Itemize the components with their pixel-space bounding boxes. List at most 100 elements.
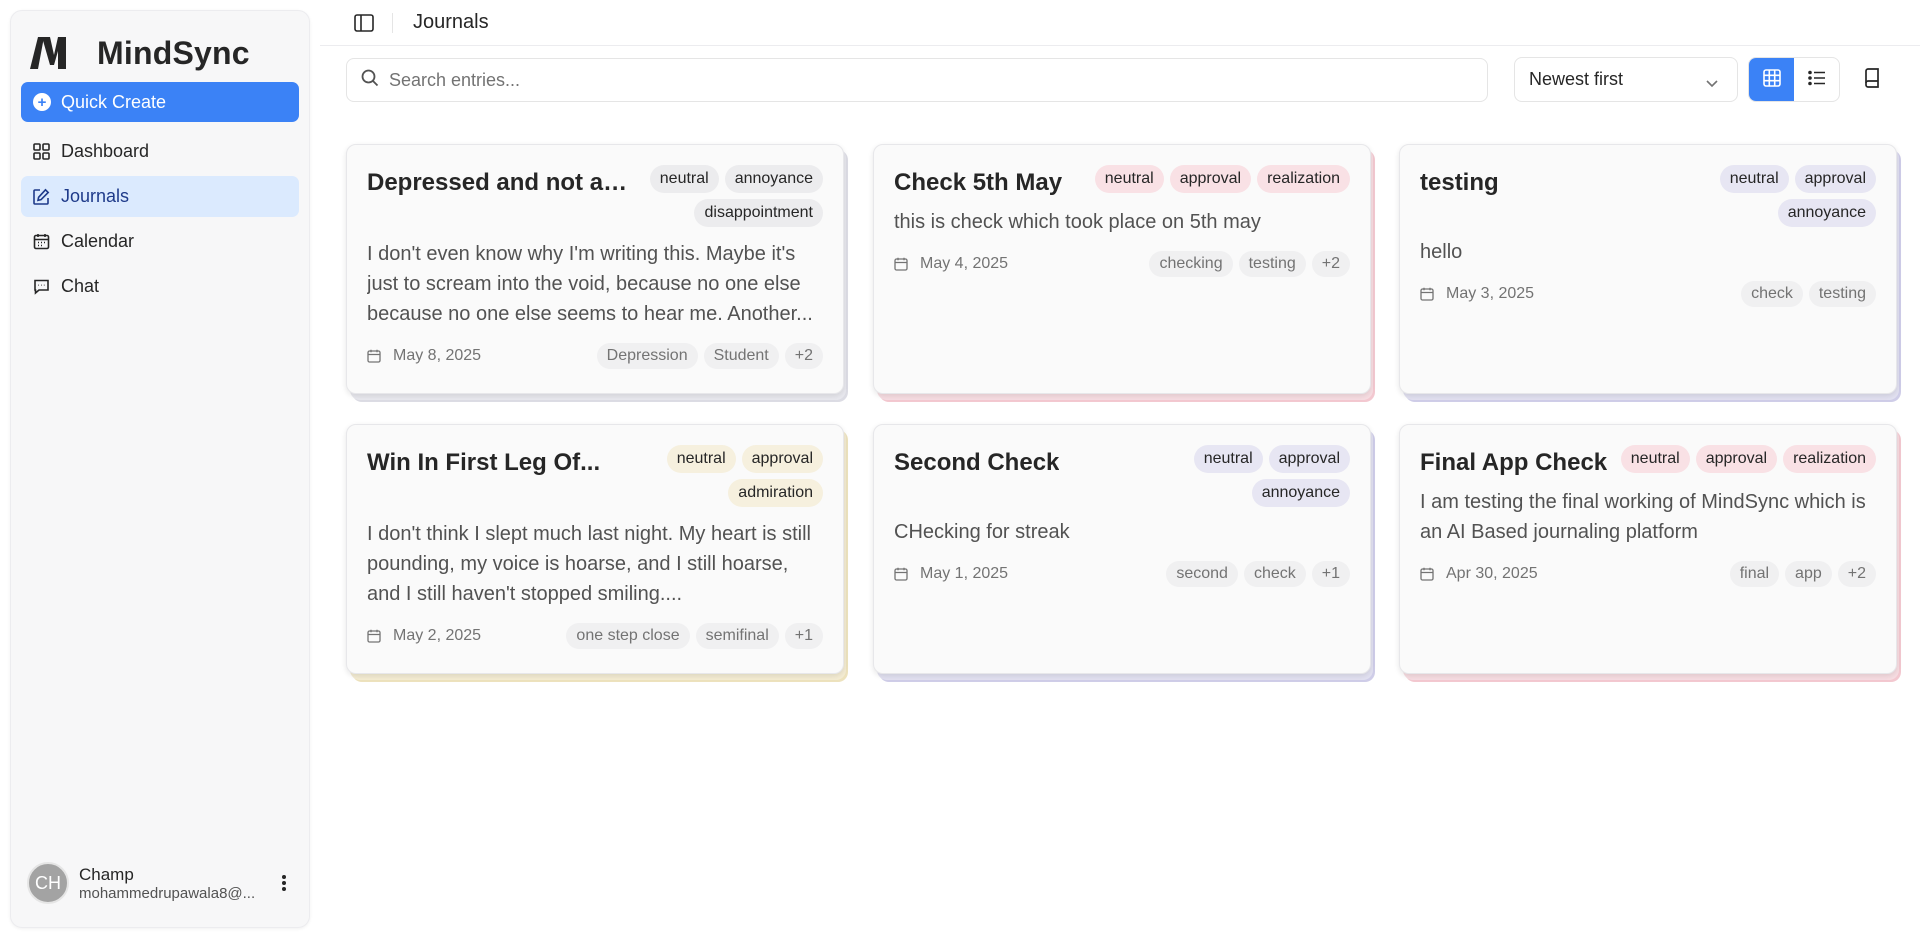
tag-chip[interactable]: testing bbox=[1808, 281, 1876, 307]
search-icon bbox=[361, 69, 379, 92]
card-excerpt: I am testing the final working of MindSy… bbox=[1420, 491, 1866, 543]
card-date: May 8, 2025 bbox=[367, 347, 481, 365]
card-footer: May 4, 2025 checking testing +2 bbox=[894, 251, 1350, 277]
chevron-down-icon bbox=[1705, 72, 1719, 93]
tag-chip[interactable]: check bbox=[1243, 561, 1306, 587]
sort-value: Newest first bbox=[1529, 69, 1624, 89]
card-date-text: May 2, 2025 bbox=[393, 627, 482, 644]
card-footer: May 8, 2025 Depression Student +2 bbox=[367, 343, 823, 369]
card-tags: check testing bbox=[1741, 281, 1876, 307]
brand[interactable]: MindSync bbox=[23, 23, 250, 83]
tag-chip[interactable]: check bbox=[1741, 281, 1803, 307]
card-header: Final App Check neutral approval realizatio… bbox=[1420, 445, 1876, 477]
journal-card[interactable]: Win In First Leg Of... neutral approval adm… bbox=[346, 424, 848, 682]
card-footer: May 3, 2025 check testing bbox=[1420, 281, 1876, 307]
journal-card-body[interactable]: Depressed and not able... neutral annoyanc… bbox=[346, 144, 844, 394]
search-input[interactable] bbox=[389, 69, 1469, 91]
emotion-tags: neutral approval admiration bbox=[648, 445, 823, 507]
view-mode-toggle bbox=[1748, 57, 1840, 102]
tag-chip[interactable]: +2 bbox=[1311, 251, 1350, 277]
sort-select[interactable]: Newest first bbox=[1514, 57, 1738, 102]
tag-chip[interactable]: checking bbox=[1149, 251, 1233, 277]
tag-chip[interactable]: +1 bbox=[1311, 561, 1350, 587]
card-date: May 3, 2025 bbox=[1420, 285, 1534, 303]
grid-view-button[interactable] bbox=[1749, 58, 1794, 101]
sidebar-item-calendar[interactable]: Calendar bbox=[21, 221, 299, 262]
card-header: Depressed and not able... neutral annoyanc… bbox=[367, 165, 823, 227]
card-tags: second check +1 bbox=[1166, 561, 1350, 587]
quick-create-button[interactable]: + Quick Create bbox=[21, 82, 299, 122]
calendar-icon bbox=[367, 349, 387, 363]
calendar-icon bbox=[32, 233, 50, 251]
card-footer: May 2, 2025 one step close semifinal +1 bbox=[367, 623, 823, 649]
emotion-tags: neutral annoyance disappointment bbox=[648, 165, 823, 227]
emotion-badge: disappointment bbox=[694, 199, 823, 227]
user-profile[interactable]: CH Champ mohammedrupawala8@... bbox=[27, 859, 297, 907]
tag-chip[interactable]: second bbox=[1166, 561, 1238, 587]
tag-chip[interactable]: semifinal bbox=[695, 623, 779, 649]
card-date-text: May 1, 2025 bbox=[920, 565, 1009, 582]
emotion-badge: neutral bbox=[1719, 165, 1789, 193]
card-header: Check 5th May neutral approval realization bbox=[894, 165, 1350, 197]
calendar-icon bbox=[367, 629, 387, 643]
emotion-badge: approval bbox=[1268, 445, 1350, 473]
journal-card[interactable]: Second Check neutral approval annoyance CHec… bbox=[873, 424, 1375, 682]
journal-card-body[interactable]: testing neutral approval annoyance hello May … bbox=[1399, 144, 1897, 394]
card-date-text: Apr 30, 2025 bbox=[1446, 565, 1538, 582]
search-bar[interactable] bbox=[346, 58, 1488, 102]
quick-create-label: Quick Create bbox=[61, 91, 167, 112]
sidebar-item-journals[interactable]: Journals bbox=[21, 176, 299, 217]
tag-chip[interactable]: +2 bbox=[1837, 561, 1876, 587]
tag-chip[interactable]: testing bbox=[1238, 251, 1306, 277]
app-name: MindSync bbox=[97, 34, 250, 71]
tag-chip[interactable]: +1 bbox=[784, 623, 823, 649]
book-view-button[interactable] bbox=[1854, 64, 1890, 96]
sidebar-item-label: Journals bbox=[61, 186, 130, 206]
sidebar-toggle-icon[interactable] bbox=[352, 11, 376, 35]
journal-card-body[interactable]: Check 5th May neutral approval realization t… bbox=[873, 144, 1371, 394]
sidebar-item-dashboard[interactable]: Dashboard bbox=[21, 131, 299, 172]
emotion-badge: neutral bbox=[649, 165, 719, 193]
tag-chip[interactable]: Depression bbox=[596, 343, 698, 369]
emotion-badge: approval bbox=[1695, 445, 1778, 473]
emotion-tags: neutral approval annoyance bbox=[1090, 445, 1350, 507]
card-date-text: May 3, 2025 bbox=[1446, 285, 1535, 302]
chat-icon bbox=[32, 278, 50, 296]
card-excerpt: I don't think I slept much last night. M… bbox=[367, 523, 812, 605]
card-tags: final app +2 bbox=[1729, 561, 1876, 587]
emotion-badge: annoyance bbox=[1777, 199, 1876, 227]
grid-icon bbox=[1762, 69, 1781, 92]
journal-card[interactable]: Depressed and not able... neutral annoyanc… bbox=[346, 144, 848, 402]
tag-chip[interactable]: final bbox=[1729, 561, 1780, 587]
card-title: Check 5th May bbox=[894, 169, 1063, 196]
card-date: Apr 30, 2025 bbox=[1420, 565, 1538, 583]
more-vertical-icon[interactable] bbox=[272, 871, 296, 895]
journal-card-body[interactable]: Final App Check neutral approval realizatio… bbox=[1399, 424, 1897, 674]
tag-chip[interactable]: +2 bbox=[784, 343, 823, 369]
sidebar-item-label: Calendar bbox=[61, 231, 135, 251]
journal-card[interactable]: Check 5th May neutral approval realization t… bbox=[873, 144, 1375, 402]
card-excerpt: I don't even know why I'm writing this. … bbox=[367, 243, 813, 325]
tag-chip[interactable]: app bbox=[1785, 561, 1832, 587]
journal-card[interactable]: Final App Check neutral approval realizatio… bbox=[1399, 424, 1901, 682]
card-title: testing bbox=[1420, 169, 1499, 196]
card-tags: Depression Student +2 bbox=[596, 343, 823, 369]
calendar-icon bbox=[894, 567, 914, 581]
tag-chip[interactable]: Student bbox=[703, 343, 779, 369]
journal-card-body[interactable]: Win In First Leg Of... neutral approval adm… bbox=[346, 424, 844, 674]
emotion-badge: annoyance bbox=[1251, 479, 1350, 507]
emotion-badge: neutral bbox=[1620, 445, 1690, 473]
emotion-badge: neutral bbox=[666, 445, 736, 473]
page-title: Journals bbox=[413, 11, 489, 33]
journal-card[interactable]: testing neutral approval annoyance hello May … bbox=[1399, 144, 1901, 402]
sidebar-item-chat[interactable]: Chat bbox=[21, 266, 299, 307]
list-view-button[interactable] bbox=[1794, 58, 1839, 101]
journal-card-body[interactable]: Second Check neutral approval annoyance CHec… bbox=[873, 424, 1371, 674]
card-footer: May 1, 2025 second check +1 bbox=[894, 561, 1350, 587]
card-header: Win In First Leg Of... neutral approval adm… bbox=[367, 445, 823, 507]
card-excerpt: this is check which took place on 5th ma… bbox=[894, 211, 1261, 233]
card-header: testing neutral approval annoyance bbox=[1420, 165, 1876, 227]
dashboard-icon bbox=[32, 143, 50, 161]
list-icon bbox=[1807, 70, 1826, 91]
tag-chip[interactable]: one step close bbox=[566, 623, 690, 649]
